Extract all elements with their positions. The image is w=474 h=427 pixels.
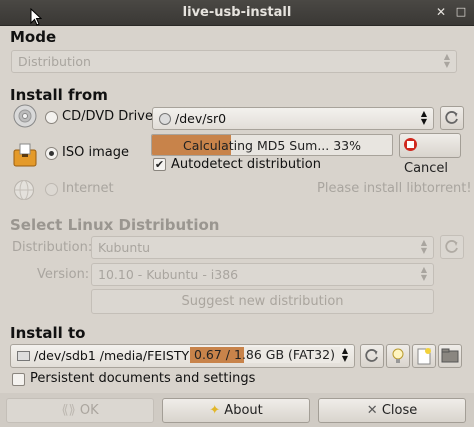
usage-text: 0.67 / 1.86 GB (FAT32) [194,347,335,362]
ok-icon: ⟪⟫ [61,403,76,418]
new-document-icon [417,348,431,365]
mouse-cursor-icon [30,8,42,26]
window-maximize-icon[interactable]: □ [454,5,468,19]
iso-image-icon [13,143,37,167]
ok-label: OK [79,403,99,418]
combo-arrows-icon: ▲ ▼ [420,109,428,126]
close-label: Close [381,403,418,418]
title-bar: live-usb-install ✕ □ [0,0,474,26]
usb-drive-icon [17,351,30,361]
close-icon: ✕ [366,403,378,418]
window-title: live-usb-install [182,5,292,20]
mode-select: Distribution ▲ ▼ [11,50,457,73]
persistent-label: Persistent documents and settings [30,371,256,386]
progress-text: Calculating MD5 Sum... 33% [182,138,362,153]
combo-arrows-icon: ▲ ▼ [443,52,451,69]
cancel-label: Cancel [404,161,449,176]
refresh-icon [365,349,378,362]
lightbulb-icon [392,348,404,363]
select-distro-heading: Select Linux Distribution [10,216,220,234]
autodetect-label: Autodetect distribution [171,157,321,172]
combo-arrows-icon: ▲ ▼ [420,265,428,282]
install-to-heading: Install to [10,324,86,342]
close-button[interactable]: ✕ Close [318,398,466,423]
hint-button[interactable] [386,344,410,368]
cd-drive-icon [13,104,37,128]
about-label: About [224,403,263,418]
internet-globe-icon [14,180,34,200]
autodetect-checkbox[interactable]: ✔ [153,158,166,171]
version-value: 10.10 - Kubuntu - i386 [98,267,239,282]
cd-dvd-radio[interactable] [45,111,58,124]
cd-dvd-label: CD/DVD Drive [62,109,153,124]
usage-bar: 0.67 / 1.86 GB (FAT32) [190,347,340,363]
folder-icon [441,348,459,363]
refresh-target-button[interactable] [360,344,384,368]
suggest-label: Suggest new distribution [181,294,344,309]
about-star-icon: ✦ [209,403,221,418]
combo-arrows-icon: ▲ ▼ [341,346,349,363]
about-button[interactable]: ✦ About [162,398,310,423]
mode-value: Distribution [18,54,91,69]
install-from-heading: Install from [10,86,108,104]
persistent-checkbox[interactable] [12,373,25,386]
refresh-cd-button[interactable] [440,106,464,130]
target-device-value: /dev/sdb1 /media/FEISTY [34,348,190,363]
distribution-select: Kubuntu ▲ ▼ [91,236,434,259]
refresh-icon [445,240,458,253]
cancel-button[interactable]: Cancel [399,133,461,176]
window-close-icon[interactable]: ✕ [434,5,448,19]
ok-button: ⟪⟫ OK [6,398,154,423]
distribution-label: Distribution: [12,240,93,255]
iso-image-radio[interactable] [45,147,58,160]
cd-device-value: /dev/sr0 [175,111,227,126]
browse-folder-button[interactable] [438,344,462,368]
internet-radio [45,183,58,196]
mode-heading: Mode [10,28,57,46]
internet-label: Internet [62,181,114,196]
new-target-button[interactable] [412,344,436,368]
stop-icon [404,138,417,151]
version-select: 10.10 - Kubuntu - i386 ▲ ▼ [91,263,434,286]
combo-arrows-icon: ▲ ▼ [420,238,428,255]
iso-image-label: ISO image [62,145,129,160]
refresh-distro-button [440,235,464,259]
suggest-distro-button: Suggest new distribution [91,289,434,314]
torrent-note: Please install libtorrent! [317,181,472,196]
cd-device-select[interactable]: /dev/sr0 ▲ ▼ [152,107,434,130]
distribution-value: Kubuntu [98,240,151,255]
disc-icon [159,113,171,125]
version-label: Version: [37,267,90,282]
md5-progress-bar: Calculating MD5 Sum... 33% [151,134,393,156]
refresh-icon [445,111,458,124]
